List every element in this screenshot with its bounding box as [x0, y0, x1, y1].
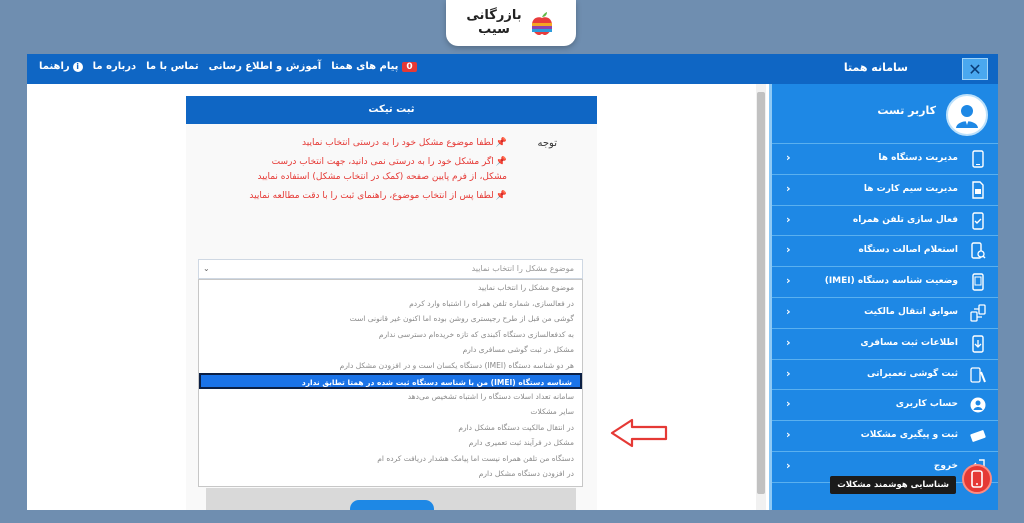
option-item[interactable]: سامانه تعداد اسلات دستگاه را اشتباه تشخی…: [199, 389, 582, 405]
scrollbar-thumb[interactable]: [757, 92, 765, 494]
option-item[interactable]: موضوع مشکل را انتخاب نمایید: [199, 280, 582, 296]
user-avatar-icon: [956, 105, 978, 128]
sidebar-item-ownership-transfer[interactable]: سوابق انتقال مالکیت ›: [772, 298, 998, 329]
option-item[interactable]: در افزودن دستگاه مشکل دارم: [199, 466, 582, 482]
problem-topic-select[interactable]: موضوع مشکل را انتخاب نمایید ⌄: [198, 259, 583, 279]
imei-icon: [972, 273, 984, 291]
chevron-right-icon: ›: [786, 397, 791, 411]
note-item: 📌اگر مشکل خود را به درستی نمی دانید، جهت…: [257, 157, 507, 182]
note-item: 📌لطفا موضوع مشکل خود را به درستی انتخاب …: [302, 138, 507, 148]
top-nav: 0پیام های همتا آموزش و اطلاع رسانی تماس …: [39, 61, 417, 72]
sidebar-item-activation[interactable]: فعال سازی تلفن همراه ›: [772, 206, 998, 237]
chevron-right-icon: ›: [786, 428, 791, 442]
sidebar-item-authenticity[interactable]: استعلام اصالت دستگاه ›: [772, 236, 998, 268]
chevron-right-icon: ›: [786, 151, 791, 164]
option-item[interactable]: سایر مشکلات: [199, 404, 582, 420]
nav-contact[interactable]: تماس با ما: [146, 61, 198, 72]
account-icon: [970, 397, 986, 413]
phone-search-icon: [971, 242, 986, 260]
transfer-icon: [970, 304, 986, 322]
option-item[interactable]: به کدفعالسازی دستگاه آکبندی که تازه خرید…: [199, 327, 582, 343]
sim-card-icon: [972, 181, 984, 199]
option-item[interactable]: هر دو شناسه دستگاه (IMEI) دستگاه یکسان ا…: [199, 358, 582, 374]
highlight-arrow-icon: [610, 418, 668, 448]
chevron-right-icon: ›: [786, 304, 791, 318]
app-window: ✕ سامانه همتا 0پیام های همتا آموزش و اطل…: [27, 54, 998, 510]
phone-activate-icon: [972, 211, 984, 230]
smart-problem-detection-button[interactable]: شناسایی هوشمند مشکلات: [830, 476, 956, 494]
sidebar-item-passenger[interactable]: اطلاعات ثبت مسافری ›: [772, 329, 998, 360]
chevron-right-icon: ›: [786, 274, 791, 288]
passenger-icon: [972, 335, 984, 353]
chevron-right-icon: ›: [786, 366, 791, 380]
sidebar-item-devices[interactable]: مدیریت دستگاه ها ›: [772, 144, 998, 175]
chevron-right-icon: ›: [786, 458, 791, 472]
ticket-icon: [970, 430, 986, 443]
messages-count-badge: 0: [402, 62, 417, 72]
option-item-selected[interactable]: شناسه دستگاه (IMEI) من با شناسه دستگاه ث…: [199, 373, 582, 389]
option-item[interactable]: مشکل در ثبت گوشی مسافری دارم: [199, 342, 582, 358]
user-box: کاربر تست: [772, 84, 998, 144]
ticket-panel: ثبت تیکت توجه 📌لطفا موضوع مشکل خود را به…: [186, 96, 597, 510]
sidebar: کاربر تست مدیریت دستگاه ها › مدیریت سیم ک…: [769, 84, 998, 510]
panel-title: ثبت تیکت: [186, 96, 597, 124]
option-item[interactable]: در فعالسازی، شماره تلفن همراه را اشتباه …: [199, 296, 582, 312]
user-name: کاربر تست: [877, 104, 936, 117]
option-item[interactable]: گوشی من قبل از طرح رجیستری روشن بوده اما…: [199, 311, 582, 327]
top-bar: ✕ سامانه همتا 0پیام های همتا آموزش و اطل…: [27, 54, 998, 84]
pin-icon: 📌: [495, 191, 507, 201]
nav-guide[interactable]: iراهنما: [39, 61, 83, 72]
chevron-down-icon: ⌄: [203, 264, 210, 273]
apple-logo-icon: [531, 12, 552, 35]
chevron-right-icon: ›: [786, 335, 791, 349]
close-button[interactable]: ✕: [962, 58, 988, 80]
close-icon: ✕: [968, 59, 982, 79]
brand-logo-text: بازرگانی سیب: [466, 8, 522, 37]
pin-icon: 📌: [495, 138, 507, 148]
sidebar-item-imei-status[interactable]: وضعیت شناسه دستگاه (IMEI) ›: [772, 267, 998, 298]
notes-label: توجه: [537, 138, 558, 149]
avatar: [946, 94, 988, 136]
option-item[interactable]: دستگاه من تلفن همراه نیست اما پیامک هشدا…: [199, 451, 582, 467]
sidebar-item-repair[interactable]: ثبت گوشی تعمیراتی ›: [772, 360, 998, 391]
chevron-right-icon: ›: [786, 243, 791, 257]
smart-help-fab[interactable]: [962, 464, 992, 494]
info-icon: i: [72, 62, 83, 72]
sidebar-item-tickets[interactable]: ثبت و پیگیری مشکلات ›: [772, 421, 998, 452]
nav-messages[interactable]: 0پیام های همتا: [331, 61, 417, 72]
problem-topic-options: موضوع مشکل را انتخاب نمایید در فعالسازی،…: [198, 279, 583, 487]
sidebar-item-sim-cards[interactable]: مدیریت سیم کارت ها ›: [772, 175, 998, 206]
sidebar-item-account[interactable]: حساب کاربری ›: [772, 390, 998, 422]
repair-icon: [970, 366, 986, 383]
submit-button[interactable]: [350, 500, 434, 510]
option-item[interactable]: در انتقال مالکیت دستگاه مشکل دارم: [199, 420, 582, 436]
pin-icon: 📌: [495, 157, 507, 167]
nav-education[interactable]: آموزش و اطلاع رسانی: [209, 61, 322, 72]
chevron-right-icon: ›: [786, 181, 791, 195]
option-item[interactable]: مشکل در فرآیند ثبت تعمیری دارم: [199, 435, 582, 451]
note-item: 📌لطفا پس از انتخاب موضوع، راهنمای ثبت را…: [249, 191, 507, 201]
chevron-right-icon: ›: [786, 212, 791, 226]
scrollbar[interactable]: [756, 84, 766, 510]
brand-logo: بازرگانی سیب: [446, 0, 576, 46]
devices-icon: [972, 150, 984, 168]
nav-about[interactable]: درباره ما: [93, 61, 137, 72]
phone-icon: [971, 470, 983, 488]
notes-list: 📌لطفا موضوع مشکل خود را به درستی انتخاب …: [245, 136, 507, 208]
app-title: سامانه همتا: [843, 61, 908, 74]
